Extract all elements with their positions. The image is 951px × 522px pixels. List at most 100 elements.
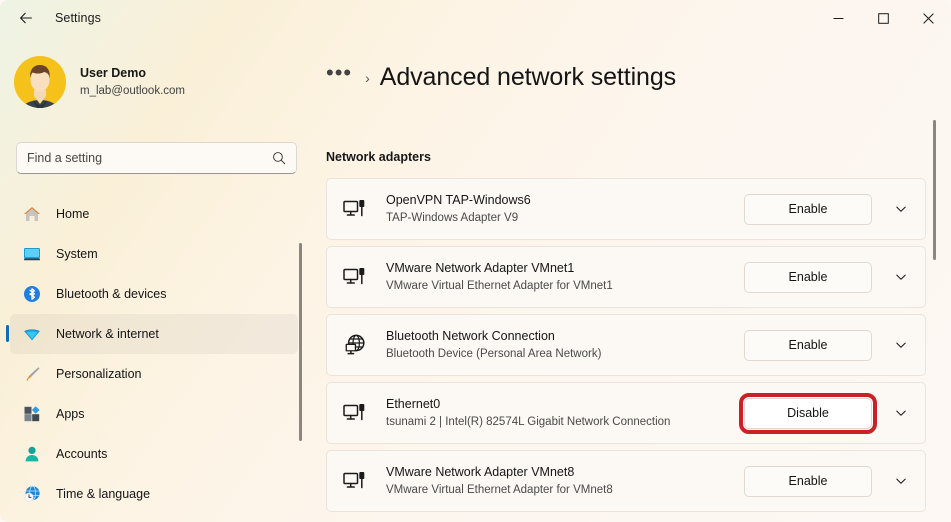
sidebar-item-label: Network & internet [56,327,159,341]
sidebar-item-label: System [56,247,98,261]
adapter-card[interactable]: VMware Network Adapter VMnet8 VMware Virt… [326,450,926,512]
home-icon [22,204,42,224]
account-name: User Demo [80,66,146,80]
sidebar: User Demo m_lab@outlook.com Home System Bl… [0,36,312,522]
adapter-description: VMware Virtual Ethernet Adapter for VMne… [386,484,613,496]
globe-adapter-icon [340,330,370,360]
bluetooth-icon [24,286,40,302]
globe-adapter-icon [345,334,365,355]
sidebar-item-label: Bluetooth & devices [56,287,167,301]
breadcrumb-separator-icon: › [365,69,370,86]
section-label: Network adapters [326,150,431,164]
sidebar-nav: Home System Bluetooth & devices Network & i… [0,194,312,522]
content-scrollbar[interactable] [933,120,936,260]
adapter-list: OpenVPN TAP-Windows6 TAP-Windows Adapter … [326,178,926,518]
adapter-name: OpenVPN TAP-Windows6 [386,193,531,207]
ethernet-adapter-icon [340,194,370,224]
adapter-info: VMware Network Adapter VMnet8 VMware Virt… [386,464,744,498]
account-email: m_lab@outlook.com [80,85,185,97]
sidebar-item-label: Time & language [56,487,151,501]
sidebar-scrollbar[interactable] [299,243,302,441]
clock-globe-icon [24,485,40,502]
sidebar-item-system[interactable]: System [10,234,298,274]
sidebar-item-personalization[interactable]: Personalization [10,354,298,394]
accounts-icon [22,444,42,464]
clock-globe-icon [22,484,42,504]
sidebar-item-label: Apps [56,407,85,421]
search-icon[interactable] [272,151,286,165]
adapter-info: Bluetooth Network Connection Bluetooth De… [386,328,744,362]
adapter-name: VMware Network Adapter VMnet1 [386,261,575,275]
main-content: ••• › Advanced network settings Network … [312,36,951,522]
ethernet-adapter-icon [340,466,370,496]
sidebar-item-label: Personalization [56,367,142,381]
adapter-action-button[interactable]: Enable [744,193,872,225]
adapter-name: Ethernet0 [386,397,441,411]
adapter-name: Bluetooth Network Connection [386,329,555,343]
adapter-description: TAP-Windows Adapter V9 [386,212,519,224]
sidebar-item-network-internet[interactable]: Network & internet [6,314,298,354]
adapter-description: VMware Virtual Ethernet Adapter for VMne… [386,280,613,292]
adapter-card[interactable]: OpenVPN TAP-Windows6 TAP-Windows Adapter … [326,178,926,240]
maximize-button[interactable] [861,0,906,36]
adapter-expand-button[interactable] [886,466,916,496]
adapter-card[interactable]: Bluetooth Network Connection Bluetooth De… [326,314,926,376]
maximize-icon [878,12,889,24]
sidebar-item-label: Accounts [56,447,108,461]
adapter-info: VMware Network Adapter VMnet1 VMware Virt… [386,260,744,294]
home-icon [24,207,40,221]
adapter-expand-button[interactable] [886,194,916,224]
adapter-expand-button[interactable] [886,330,916,360]
ethernet-adapter-icon [343,268,365,285]
chevron-down-icon [896,410,906,416]
adapter-action-button[interactable]: Enable [744,261,872,293]
adapter-action-button[interactable]: Disable [739,392,877,434]
app-title: Settings [55,11,101,25]
account-block[interactable]: User Demo m_lab@outlook.com [0,36,312,110]
settings-window: Settings User Demo m_lab@outlook.com Fin… [0,0,951,522]
sidebar-item-home[interactable]: Home [10,194,298,234]
adapter-expand-button[interactable] [886,398,916,428]
close-button[interactable] [906,0,951,36]
adapter-expand-button[interactable] [886,262,916,292]
sidebar-item-bluetooth-devices[interactable]: Bluetooth & devices [10,274,298,314]
search-input[interactable] [27,151,272,165]
adapter-action-button[interactable]: Enable [744,329,872,361]
adapter-description: Bluetooth Device (Personal Area Network) [386,348,602,360]
user-avatar-icon [14,56,66,108]
minimize-button[interactable] [816,0,861,36]
adapter-info: OpenVPN TAP-Windows6 TAP-Windows Adapter … [386,192,744,226]
chevron-down-icon [896,206,906,212]
account-text: User Demo m_lab@outlook.com [80,65,185,99]
window-controls [816,0,951,36]
adapter-card[interactable]: VMware Network Adapter VMnet1 VMware Virt… [326,246,926,308]
adapter-info: Ethernet0 tsunami 2 | Intel(R) 82574L Gig… [386,396,744,430]
network-icon [22,324,42,344]
sidebar-item-accounts[interactable]: Accounts [10,434,298,474]
apps-icon [24,406,40,422]
title-bar: Settings [0,0,951,36]
ethernet-adapter-icon [343,404,365,421]
ethernet-adapter-icon [340,398,370,428]
back-arrow-icon [20,12,32,24]
avatar [14,56,66,108]
chevron-down-icon [896,342,906,348]
sidebar-item-time-language[interactable]: Time & language [10,474,298,514]
back-button[interactable] [9,3,43,33]
minimize-icon [833,17,844,19]
search-box[interactable] [16,142,297,174]
breadcrumb: ••• › Advanced network settings [312,36,951,98]
adapter-card[interactable]: Ethernet0 tsunami 2 | Intel(R) 82574L Gig… [326,382,926,444]
brush-icon [22,364,42,384]
brush-icon [26,367,40,381]
adapter-description: tsunami 2 | Intel(R) 82574L Gigabit Netw… [386,416,671,428]
adapter-action-button[interactable]: Enable [744,465,872,497]
apps-icon [22,404,42,424]
breadcrumb-overflow-button[interactable]: ••• [326,62,352,87]
accounts-icon [25,446,39,462]
chevron-down-icon [896,478,906,484]
sidebar-item-apps[interactable]: Apps [10,394,298,434]
close-icon [923,12,934,24]
ethernet-adapter-icon [343,472,365,489]
network-icon [24,329,40,341]
